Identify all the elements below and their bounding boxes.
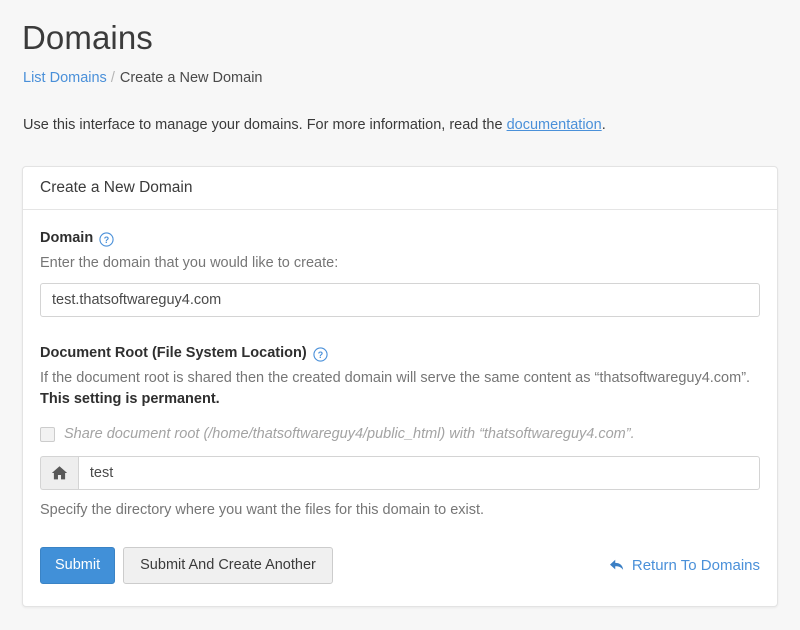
question-circle-icon[interactable]: ? bbox=[99, 231, 114, 247]
page-title: Domains bbox=[22, 19, 153, 56]
domain-label-row: Domain ? bbox=[40, 228, 760, 248]
breadcrumb-link-list-domains[interactable]: List Domains bbox=[23, 70, 107, 86]
document-root-description: If the document root is shared then the … bbox=[40, 368, 760, 410]
domain-field-group: Domain ? Enter the domain that you would… bbox=[40, 228, 760, 317]
intro-text: Use this interface to manage your domain… bbox=[23, 115, 606, 136]
breadcrumb-separator: / bbox=[110, 70, 115, 86]
documentation-link[interactable]: documentation bbox=[507, 117, 602, 133]
document-root-field-group: Document Root (File System Location) ? I… bbox=[40, 343, 760, 520]
document-root-label: Document Root (File System Location) bbox=[40, 345, 307, 361]
home-icon bbox=[40, 456, 78, 490]
question-circle-icon[interactable]: ? bbox=[313, 346, 328, 362]
form-actions: Submit Submit And Create Another Return … bbox=[40, 547, 760, 584]
return-to-domains-link[interactable]: Return To Domains bbox=[609, 557, 760, 574]
create-domain-panel: Create a New Domain Domain ? Enter the d… bbox=[22, 166, 778, 607]
return-to-domains-label: Return To Domains bbox=[631, 556, 760, 574]
document-root-hint: Specify the directory where you want the… bbox=[40, 502, 485, 518]
breadcrumb: List Domains / Create a New Domain bbox=[23, 68, 263, 88]
document-root-description-normal: If the document root is shared then the … bbox=[40, 370, 751, 386]
domain-input[interactable] bbox=[40, 283, 760, 317]
share-document-root-checkbox[interactable] bbox=[40, 427, 55, 442]
share-document-root-label: Share document root (/home/thatsoftwareg… bbox=[64, 426, 635, 442]
domain-label: Domain bbox=[40, 230, 94, 246]
panel-heading: Create a New Domain bbox=[23, 167, 777, 210]
submit-and-create-another-button[interactable]: Submit And Create Another bbox=[123, 547, 333, 584]
intro-text-before: Use this interface to manage your domain… bbox=[23, 117, 507, 133]
document-root-input-group bbox=[40, 456, 760, 490]
panel-body: Domain ? Enter the domain that you would… bbox=[23, 210, 777, 606]
arrow-back-icon bbox=[609, 558, 625, 572]
document-root-input[interactable] bbox=[77, 456, 760, 490]
document-root-description-strong: This setting is permanent. bbox=[40, 391, 220, 407]
submit-button[interactable]: Submit bbox=[40, 547, 116, 584]
page-root: Domains List Domains / Create a New Domain… bbox=[0, 0, 800, 630]
domain-description: Enter the domain that you would like to … bbox=[40, 255, 339, 271]
svg-text:?: ? bbox=[104, 234, 109, 244]
intro-text-after: . bbox=[601, 117, 606, 133]
breadcrumb-current: Create a New Domain bbox=[119, 70, 263, 86]
submit-button-group: Submit Submit And Create Another bbox=[40, 547, 333, 584]
share-document-root-row[interactable]: Share document root (/home/thatsoftwareg… bbox=[40, 424, 760, 444]
document-root-label-row: Document Root (File System Location) ? bbox=[40, 343, 760, 363]
svg-text:?: ? bbox=[317, 349, 322, 359]
